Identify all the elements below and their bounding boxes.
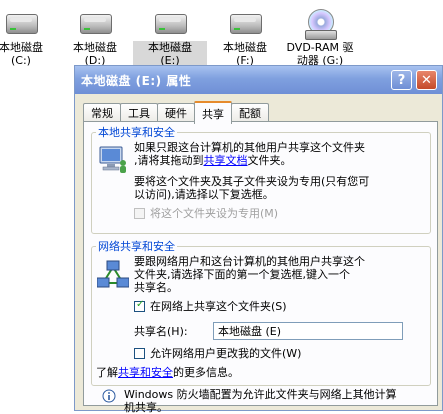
- drive-label: DVD-RAM 驱: [286, 41, 354, 54]
- network-icon: [97, 260, 129, 288]
- share-name-label: 共享名(H):: [134, 325, 188, 338]
- make-private-label: 将这个文件夹设为专用(M): [150, 207, 279, 220]
- drive-g[interactable]: DVD-RAM 驱动器 (G:): [283, 6, 357, 67]
- network-desc-line1: 要跟网络用户和这台计算机的其他用户共享这个: [134, 255, 365, 268]
- learn-more-pre: 了解: [96, 366, 118, 379]
- group-title: 本地共享和安全: [96, 126, 177, 139]
- computer-users-icon: [99, 146, 126, 173]
- info-icon: [102, 389, 116, 403]
- dvd-drive-icon: [301, 6, 339, 40]
- drive-label: 本地磁盘: [0, 41, 43, 54]
- hard-disk-icon: [226, 6, 264, 40]
- tab-sharing[interactable]: 共享: [194, 101, 232, 124]
- local-desc-line2: ,请将其拖动到共享文档文件夹。: [134, 154, 292, 167]
- tab-hardware[interactable]: 硬件: [157, 103, 195, 122]
- drive-label: 本地磁盘: [133, 41, 207, 54]
- drive-label: 本地磁盘: [73, 41, 117, 54]
- network-desc-line2: 文件夹,请选择下面的第一个复选框,键入一个: [134, 268, 350, 281]
- local-sharing-group: 本地共享和安全 如果只跟这台计算机的其他用户共享这个文件夹 ,请将其拖动到共享文…: [91, 126, 431, 234]
- tab-strip: 常规 工具 硬件 共享 配额: [83, 101, 269, 124]
- share-on-network-label: 在网络上共享这个文件夹(S): [150, 300, 287, 313]
- share-name-input[interactable]: [213, 322, 403, 340]
- drive-c[interactable]: 本地磁盘 (C:): [0, 6, 58, 67]
- allow-change-label: 允许网络用户更改我的文件(W): [150, 347, 302, 360]
- allow-change-checkbox[interactable]: [134, 348, 145, 359]
- local-desc-line2-post: 文件夹。: [247, 154, 292, 167]
- sharing-security-link[interactable]: 共享和安全: [118, 366, 173, 379]
- close-button[interactable]: ✕: [416, 70, 437, 90]
- tab-quota[interactable]: 配额: [231, 103, 269, 122]
- help-button[interactable]: ?: [391, 70, 412, 90]
- local-desc-line3: 要将这个文件夹及其子文件夹设为专用(只有您可: [134, 175, 370, 188]
- learn-more-post: 的更多信息。: [173, 366, 239, 379]
- local-desc-line4: 以访问),请选择以下复选框。: [134, 188, 274, 201]
- hard-disk-icon: [151, 6, 189, 40]
- firewall-note-line2: 机共享。: [124, 401, 168, 414]
- properties-dialog: 本地磁盘 (E:) 属性 ? ✕ 常规 工具 硬件 共享 配额 本地共享和安全 …: [74, 65, 443, 414]
- make-private-checkbox[interactable]: [134, 208, 145, 219]
- tab-general[interactable]: 常规: [83, 103, 121, 122]
- local-desc-line2-pre: ,请将其拖动到: [134, 154, 204, 167]
- network-sharing-group: 网络共享和安全 要跟网络用户和这台计算机的其他用户共享这个 文件夹,请选择下面的…: [91, 240, 431, 386]
- drive-e[interactable]: 本地磁盘 (E:): [133, 6, 207, 67]
- group-title: 网络共享和安全: [96, 240, 177, 253]
- firewall-note-line1: Windows 防火墙配置为允许此文件夹与网络上其他计算: [124, 388, 397, 401]
- drive-d[interactable]: 本地磁盘 (D:): [58, 6, 132, 67]
- title-bar[interactable]: 本地磁盘 (E:) 属性 ? ✕: [75, 66, 442, 94]
- sharing-panel: 本地共享和安全 如果只跟这台计算机的其他用户共享这个文件夹 ,请将其拖动到共享文…: [83, 121, 438, 414]
- hard-disk-icon: [2, 6, 40, 40]
- hard-disk-icon: [76, 6, 114, 40]
- check-icon: ✓: [136, 299, 145, 310]
- share-on-network-checkbox[interactable]: ✓: [134, 299, 145, 312]
- network-desc-line3: 共享名。: [134, 281, 178, 294]
- tab-tools[interactable]: 工具: [120, 103, 158, 122]
- local-desc-line1: 如果只跟这台计算机的其他用户共享这个文件夹: [134, 141, 365, 154]
- drive-f[interactable]: 本地磁盘 (F:): [208, 6, 282, 67]
- drive-label: 本地磁盘: [223, 41, 267, 54]
- drive-letter: (C:): [11, 54, 31, 67]
- learn-more-line: 了解共享和安全的更多信息。: [96, 366, 239, 379]
- shared-documents-link[interactable]: 共享文档: [204, 154, 248, 167]
- dialog-title: 本地磁盘 (E:) 属性: [81, 73, 192, 88]
